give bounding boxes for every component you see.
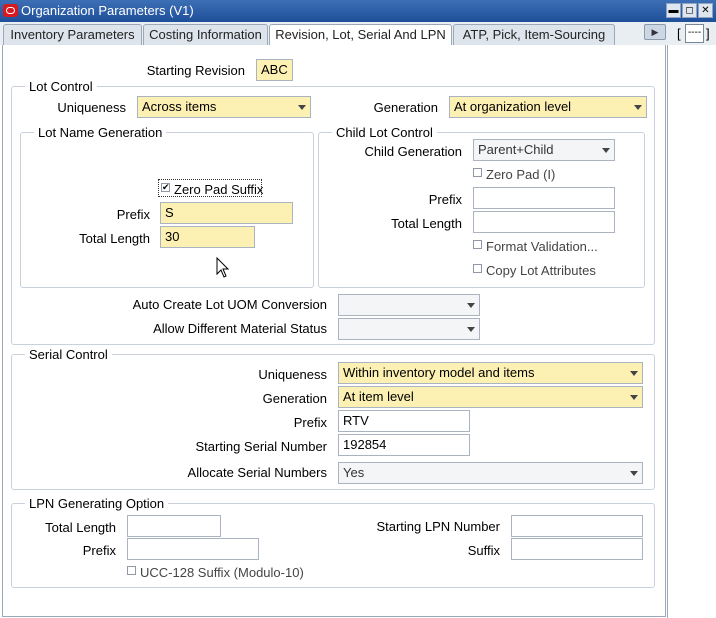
folder-field[interactable]: ---- — [685, 24, 704, 43]
serial-uniqueness-value: Within inventory model and items — [343, 365, 535, 380]
close-button[interactable]: ✕ — [698, 3, 713, 18]
lot-uniqueness-select[interactable]: Across items — [137, 96, 311, 118]
format-validation-checkbox[interactable] — [473, 240, 482, 249]
lot-control-legend: Lot Control — [25, 79, 97, 94]
chevron-down-icon — [467, 303, 475, 308]
side-bracket-left: [ — [677, 26, 681, 41]
oracle-app-icon — [3, 4, 18, 17]
chevron-down-icon — [602, 148, 610, 153]
auto-create-lot-uom-select[interactable] — [338, 294, 480, 316]
chevron-down-icon — [630, 395, 638, 400]
lot-uniqueness-label: Uniqueness — [57, 100, 126, 115]
child-generation-label: Child Generation — [364, 144, 462, 159]
starting-lpn-number-label: Starting LPN Number — [376, 519, 500, 534]
lpn-total-length-input[interactable] — [127, 515, 221, 537]
tab-inventory-parameters[interactable]: Inventory Parameters — [3, 24, 142, 45]
serial-uniqueness-select[interactable]: Within inventory model and items — [338, 362, 643, 384]
copy-lot-attributes-checkbox[interactable] — [473, 264, 482, 273]
panel-divider — [667, 45, 668, 618]
lpn-total-length-label: Total Length — [45, 520, 116, 535]
serial-generation-value: At item level — [343, 389, 414, 404]
serial-prefix-label: Prefix — [293, 415, 327, 430]
lot-total-length-label: Total Length — [79, 231, 150, 246]
chevron-down-icon — [630, 471, 638, 476]
allow-different-status-label: Allow Different Material Status — [153, 321, 327, 336]
allocate-serial-numbers-value: Yes — [343, 465, 365, 480]
allocate-serial-numbers-select[interactable]: Yes — [338, 462, 643, 484]
starting-serial-number-input[interactable]: 192854 — [338, 434, 470, 456]
serial-prefix-input[interactable]: RTV — [338, 410, 470, 432]
zero-pad-suffix-checkbox[interactable]: ✔ — [161, 183, 170, 192]
tab-scroll-right-icon[interactable]: ▶ — [644, 24, 666, 40]
lot-name-generation-legend: Lot Name Generation — [34, 125, 167, 140]
lot-generation-select[interactable]: At organization level — [449, 96, 647, 118]
lpn-suffix-input[interactable] — [511, 538, 643, 560]
title-bar: Organization Parameters (V1) ▬ ◻ ✕ — [0, 0, 716, 22]
lot-generation-label: Generation — [373, 100, 438, 115]
auto-create-lot-uom-label: Auto Create Lot UOM Conversion — [132, 297, 327, 312]
starting-revision-input[interactable]: ABC — [256, 59, 293, 81]
copy-lot-attributes-label: Copy Lot Attributes — [486, 263, 596, 278]
lot-prefix-label: Prefix — [116, 207, 150, 222]
format-validation-label: Format Validation... — [486, 239, 598, 254]
tab-revision-lot-serial-lpn[interactable]: Revision, Lot, Serial And LPN — [269, 24, 452, 46]
tab-costing-information[interactable]: Costing Information — [143, 24, 268, 45]
serial-control-legend: Serial Control — [25, 347, 112, 362]
child-zero-pad-label: Zero Pad (I) — [486, 167, 556, 182]
side-bracket-right: ] — [706, 26, 710, 41]
child-prefix-label: Prefix — [428, 192, 462, 207]
chevron-down-icon — [298, 105, 306, 110]
ucc-128-suffix-checkbox[interactable] — [127, 566, 136, 575]
starting-serial-number-label: Starting Serial Number — [195, 439, 328, 454]
child-total-length-label: Total Length — [391, 216, 462, 231]
child-lot-control-legend: Child Lot Control — [332, 125, 437, 140]
zero-pad-suffix-label: Zero Pad Suffix — [174, 182, 264, 197]
lot-total-length-input[interactable]: 30 — [160, 226, 255, 248]
lpn-prefix-input[interactable] — [127, 538, 259, 560]
tab-atp-pick-item-sourcing[interactable]: ATP, Pick, Item-Sourcing — [453, 24, 615, 45]
serial-generation-select[interactable]: At item level — [338, 386, 643, 408]
child-zero-pad-checkbox[interactable] — [473, 168, 482, 177]
child-generation-value: Parent+Child — [478, 142, 554, 157]
mouse-cursor-icon — [216, 257, 230, 278]
ucc-128-suffix-label: UCC-128 Suffix (Modulo-10) — [140, 565, 304, 580]
minimize-button[interactable]: ▬ — [666, 3, 681, 18]
lpn-generating-option-legend: LPN Generating Option — [25, 496, 169, 511]
chevron-down-icon — [630, 371, 638, 376]
child-generation-select[interactable]: Parent+Child — [473, 139, 615, 161]
chevron-down-icon — [634, 105, 642, 110]
lot-uniqueness-value: Across items — [142, 99, 217, 114]
lot-generation-value: At organization level — [454, 99, 572, 114]
starting-lpn-number-input[interactable] — [511, 515, 643, 537]
allow-different-status-select[interactable] — [338, 318, 480, 340]
serial-generation-label: Generation — [262, 391, 327, 406]
allocate-serial-numbers-label: Allocate Serial Numbers — [187, 465, 327, 480]
maximize-button[interactable]: ◻ — [682, 3, 697, 18]
window-title: Organization Parameters (V1) — [21, 3, 194, 18]
lpn-prefix-label: Prefix — [82, 543, 116, 558]
serial-uniqueness-label: Uniqueness — [258, 367, 327, 382]
lot-prefix-input[interactable]: S — [160, 202, 293, 224]
starting-revision-label: Starting Revision — [146, 63, 245, 78]
chevron-down-icon — [467, 327, 475, 332]
child-total-length-input[interactable] — [473, 211, 615, 233]
lpn-suffix-label: Suffix — [467, 543, 500, 558]
child-prefix-input[interactable] — [473, 187, 615, 209]
